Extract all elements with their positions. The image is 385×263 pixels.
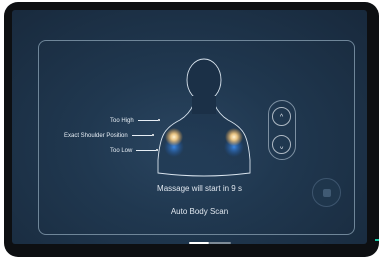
- exact-position-text: Exact Shoulder Position: [64, 133, 128, 139]
- too-high-line: [137, 119, 158, 121]
- position-adjust-group: ^ ^: [268, 100, 296, 160]
- exact-position-dot: [151, 134, 154, 137]
- too-low-text: Too Low: [110, 148, 133, 154]
- scan-mode-label: Auto Body Scan: [170, 207, 229, 216]
- move-up-button[interactable]: ^: [272, 107, 291, 126]
- status-indicator-strip: [375, 239, 379, 241]
- too-high-label: Too High: [110, 118, 160, 125]
- too-high-dot: [157, 119, 160, 122]
- exact-position-label: Exact Shoulder Position: [64, 133, 154, 140]
- main-screen: Too High Exact Shoulder Position Too Low…: [12, 10, 367, 244]
- too-high-text: Too High: [110, 118, 134, 124]
- stop-button[interactable]: [312, 178, 341, 207]
- chevron-up-icon: ^: [279, 114, 284, 121]
- stop-icon: [323, 189, 331, 197]
- exact-position-line: [131, 134, 152, 136]
- page-indicator-inactive: [209, 242, 231, 244]
- page-indicator: [189, 242, 231, 244]
- page-indicator-active: [189, 242, 209, 244]
- chevron-down-icon: ^: [279, 142, 284, 149]
- too-low-dot: [156, 149, 159, 152]
- too-low-line: [136, 149, 157, 151]
- countdown-message: Massage will start in 9 s: [157, 184, 242, 193]
- move-down-button[interactable]: ^: [272, 135, 291, 154]
- too-low-label: Too Low: [110, 148, 159, 155]
